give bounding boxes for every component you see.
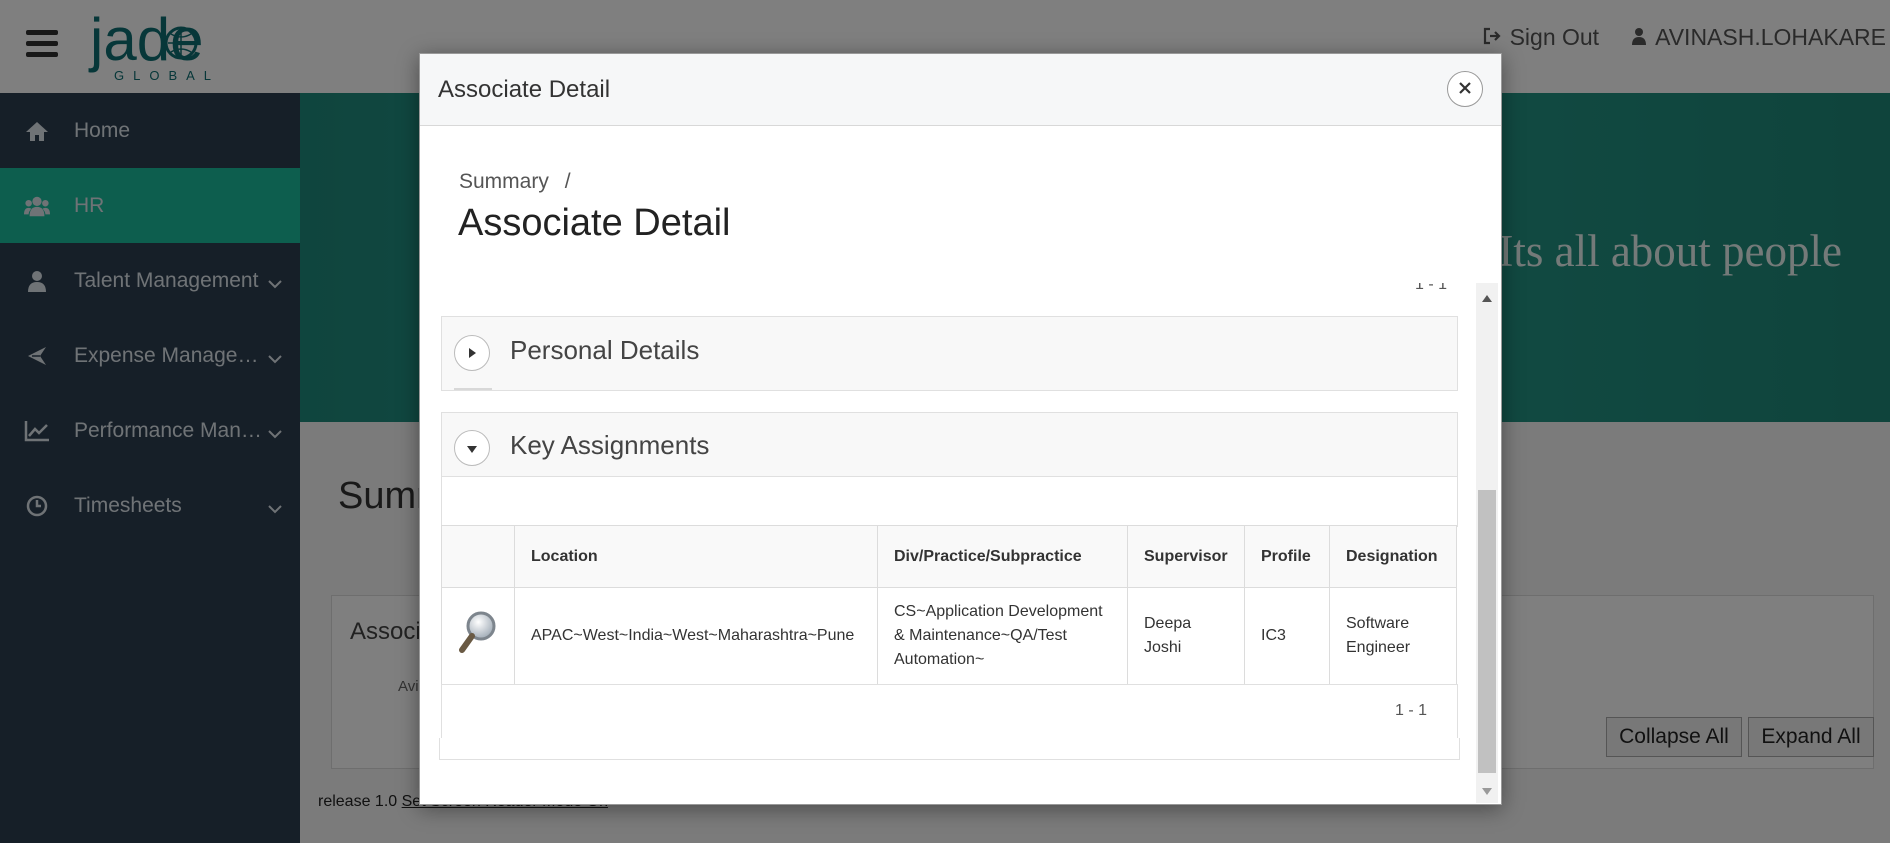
modal-scroll-region[interactable]: 1 - 1 Personal Details Key Assignments L… <box>439 283 1479 803</box>
collapse-panel-button[interactable] <box>454 430 490 466</box>
panel-title: Key Assignments <box>510 430 710 460</box>
page-title: Associate Detail <box>458 202 731 244</box>
panel-bottom-edge <box>439 738 1460 760</box>
column-header-profile[interactable]: Profile <box>1244 525 1330 588</box>
breadcrumb-separator: / <box>564 170 571 193</box>
division-line: & Maintenance~QA/Test <box>894 627 1067 644</box>
scrollbar-thumb[interactable] <box>1478 490 1496 773</box>
row-action-cell <box>441 587 515 685</box>
designation-cell: Software Engineer <box>1329 587 1457 685</box>
top-pager-count: 1 - 1 <box>1414 283 1447 293</box>
column-header-designation[interactable]: Designation <box>1329 525 1457 588</box>
panel-divider <box>454 388 492 390</box>
division-line: CS~Application Development <box>894 603 1103 620</box>
modal-header: Associate Detail <box>420 54 1501 126</box>
caret-down-icon <box>466 439 478 458</box>
supervisor-cell: Deepa Joshi <box>1127 587 1245 685</box>
caret-right-icon <box>467 344 477 363</box>
table-row: APAC~West~India~West~Maharashtra~Pune CS… <box>441 587 1457 685</box>
column-header-division[interactable]: Div/Practice/Subpractice <box>877 525 1128 588</box>
supervisor-first-name: Deepa <box>1144 615 1192 632</box>
personal-details-panel[interactable]: Personal Details <box>441 316 1458 391</box>
designation-line: Engineer <box>1346 639 1411 656</box>
scroll-down-arrow-icon[interactable] <box>1482 788 1492 795</box>
modal-title: Associate Detail <box>438 76 611 103</box>
magnifier-icon[interactable] <box>458 610 498 662</box>
location-cell: APAC~West~India~West~Maharashtra~Pune <box>514 587 878 685</box>
scroll-up-arrow-icon[interactable] <box>1482 295 1492 302</box>
supervisor-last-name: Joshi <box>1144 639 1182 656</box>
column-header-supervisor[interactable]: Supervisor <box>1127 525 1245 588</box>
associate-detail-modal: Associate Detail Summary / Associate Det… <box>419 53 1502 805</box>
grid-toolbar <box>441 476 1458 527</box>
division-cell: CS~Application Development & Maintenance… <box>877 587 1128 685</box>
column-header-action <box>441 525 515 588</box>
division-line: Automation~ <box>894 651 985 668</box>
close-icon <box>1458 80 1472 99</box>
column-header-location[interactable]: Location <box>514 525 878 588</box>
table-pager: 1 - 1 <box>441 684 1458 740</box>
app-root: jade GLOBAL Sign Out AVINASH.LOHAKARE <box>0 0 1890 843</box>
key-assignments-table: Location Div/Practice/Subpractice Superv… <box>441 525 1457 685</box>
vertical-scrollbar[interactable] <box>1476 283 1498 803</box>
close-button[interactable] <box>1447 71 1483 107</box>
breadcrumb: Summary / <box>459 170 571 194</box>
breadcrumb-summary-link[interactable]: Summary <box>459 170 549 193</box>
panel-title: Personal Details <box>510 335 700 365</box>
expand-panel-button[interactable] <box>454 335 490 371</box>
profile-cell: IC3 <box>1244 587 1330 685</box>
pager-count: 1 - 1 <box>1394 702 1427 719</box>
designation-line: Software <box>1346 615 1410 632</box>
table-header-row: Location Div/Practice/Subpractice Superv… <box>441 525 1457 588</box>
